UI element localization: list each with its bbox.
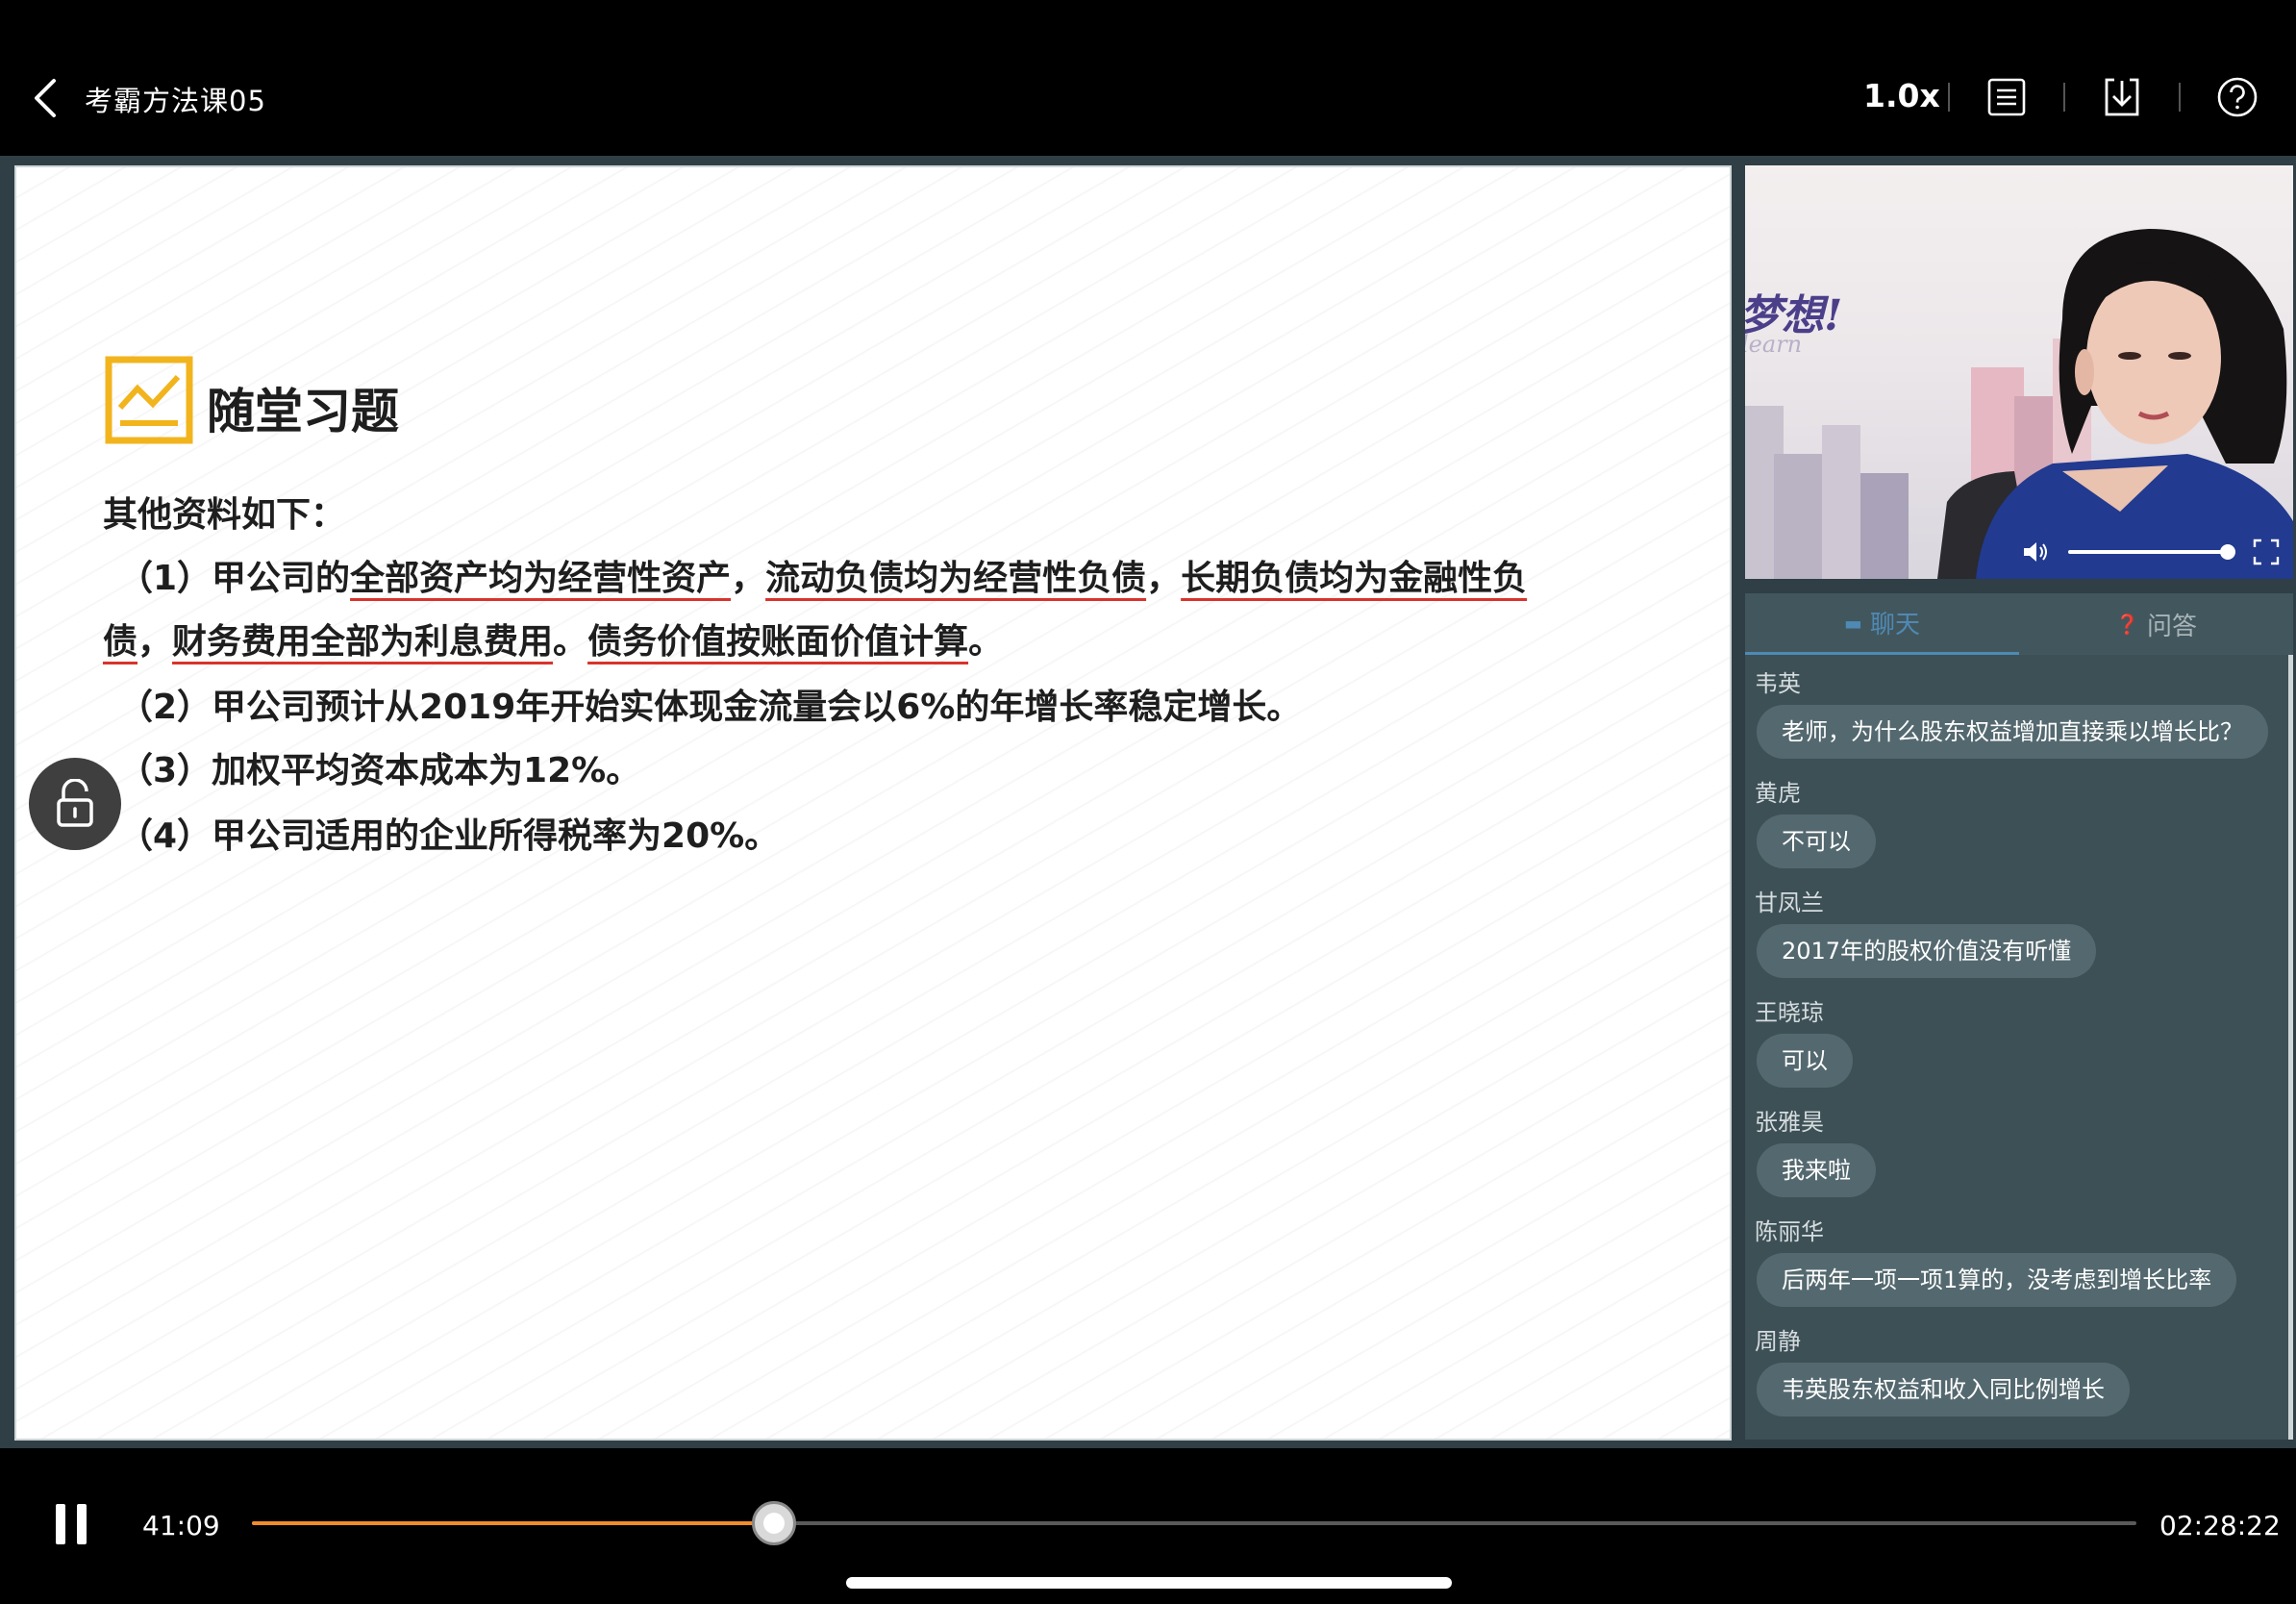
chat-bubble: 韦英股东权益和收入同比例增长 [1757,1363,2130,1416]
slide-line: （4）甲公司适用的企业所得税率为20%。 [118,816,780,856]
playback-controls: 41:09 02:28:22 [0,1448,2296,1604]
chart-icon [105,356,193,444]
player-stage: 随堂习题 其他资料如下： （1）甲公司的全部资产均为经营性资产，流动负债均为经营… [0,156,2296,1448]
pause-icon [77,1504,87,1544]
back-button[interactable] [25,73,63,123]
current-time: 41:09 [142,1510,220,1541]
qa-icon: ❓ [2115,613,2139,636]
tab-qa-label: 问答 [2146,612,2197,641]
teacher-video-frame [1745,229,2293,579]
volume-slider[interactable] [2068,544,2235,560]
seek-bar-knob[interactable] [751,1501,796,1545]
download-button[interactable] [2100,75,2144,119]
chat-tabs: ▬ 聊天 ❓ 问答 [1745,593,2293,655]
chat-bubble: 我来啦 [1757,1143,1876,1197]
slide-line: 其他资料如下： [103,495,346,535]
slide-title: 随堂习题 [207,384,399,439]
list-icon [1987,78,2026,116]
chat-message: 陈丽华 后两年一项一项1算的，没考虑到增长比率 [1745,1215,2293,1324]
slide-line: （1）甲公司的全部资产均为经营性资产，流动负债均为经营性负债，长期负债均为金融性… [118,559,1528,598]
chat-message: 黄虎 不可以 [1745,776,2293,886]
slide-line: （2）甲公司预计从2019年开始实体现金流量会以6%的年增长率稳定增长。 [118,688,1302,727]
slide-line: （3）加权平均资本成本为12%。 [118,751,641,790]
chat-panel: ▬ 聊天 ❓ 问答 韦英 老师，为什么股东权益增加直接乘以增长比？ 黄虎 不可以… [1745,593,2293,1440]
chat-message: 韦英 老师，为什么股东权益增加直接乘以增长比？ [1745,666,2293,776]
course-title: 考霸方法课05 [85,85,266,117]
help-icon [2217,77,2258,117]
chat-sender: 王晓琼 [1755,999,1824,1026]
seek-bar-played [252,1521,774,1525]
teacher-video[interactable]: 梦想! learn [1745,165,2293,579]
chat-message: 王晓琼 可以 [1745,995,2293,1105]
chat-sender: 陈丽华 [1755,1218,1824,1245]
chat-sender: 甘凤兰 [1755,890,1824,916]
chat-sender: 张雅昊 [1755,1109,1824,1136]
lecture-slide: 随堂习题 其他资料如下： （1）甲公司的全部资产均为经营性资产，流动负债均为经营… [14,165,1732,1441]
divider [2063,83,2065,112]
divider [2179,83,2181,112]
chat-message-list[interactable]: 韦英 老师，为什么股东权益增加直接乘以增长比？ 黄虎 不可以 甘凤兰 2017年… [1745,666,2293,1434]
fullscreen-icon[interactable] [2253,539,2280,565]
list-button[interactable] [1984,75,2029,119]
chat-bubble: 不可以 [1757,815,1876,868]
video-controls [1745,523,2293,579]
screen-lock-button[interactable] [29,758,121,850]
chat-scrollbar[interactable] [2288,655,2293,1440]
divider [1948,83,1950,112]
total-time: 02:28:22 [2159,1510,2281,1541]
tab-chat[interactable]: ▬ 聊天 [1745,593,2019,655]
volume-icon[interactable] [2022,539,2051,564]
tab-chat-label: 聊天 [1869,611,1920,639]
chat-bubble: 可以 [1757,1034,1853,1088]
tab-qa[interactable]: ❓ 问答 [2019,593,2293,655]
chat-message: 张雅昊 我来啦 [1745,1105,2293,1215]
download-icon [2105,78,2139,116]
seek-bar[interactable] [252,1501,2136,1545]
top-bar: 考霸方法课05 1.0x [0,0,2296,156]
slide-line: 债，财务费用全部为利息费用。债务价值按账面价值计算。 [103,622,1004,662]
pause-icon [56,1504,65,1544]
volume-slider-knob[interactable] [2220,544,2235,560]
chat-sender: 周静 [1755,1328,1801,1355]
home-indicator[interactable] [846,1577,1452,1589]
chat-icon: ▬ [1844,611,1862,635]
chat-bubble: 后两年一项一项1算的，没考虑到增长比率 [1757,1253,2237,1307]
help-button[interactable] [2215,75,2259,119]
chat-message: 甘凤兰 2017年的股权价值没有听懂 [1745,886,2293,995]
unlock-icon [57,779,93,827]
chat-bubble: 2017年的股权价值没有听懂 [1757,924,2097,978]
pause-button[interactable] [54,1504,88,1544]
playback-speed-button[interactable]: 1.0x [1863,77,1940,114]
poster-subtext: learn [1745,331,1803,358]
chat-sender: 黄虎 [1755,780,1801,807]
chat-bubble: 老师，为什么股东权益增加直接乘以增长比？ [1757,705,2268,759]
chat-message: 周静 韦英股东权益和收入同比例增长 [1745,1324,2293,1434]
chat-sender: 韦英 [1755,670,1801,697]
back-icon [35,79,56,117]
